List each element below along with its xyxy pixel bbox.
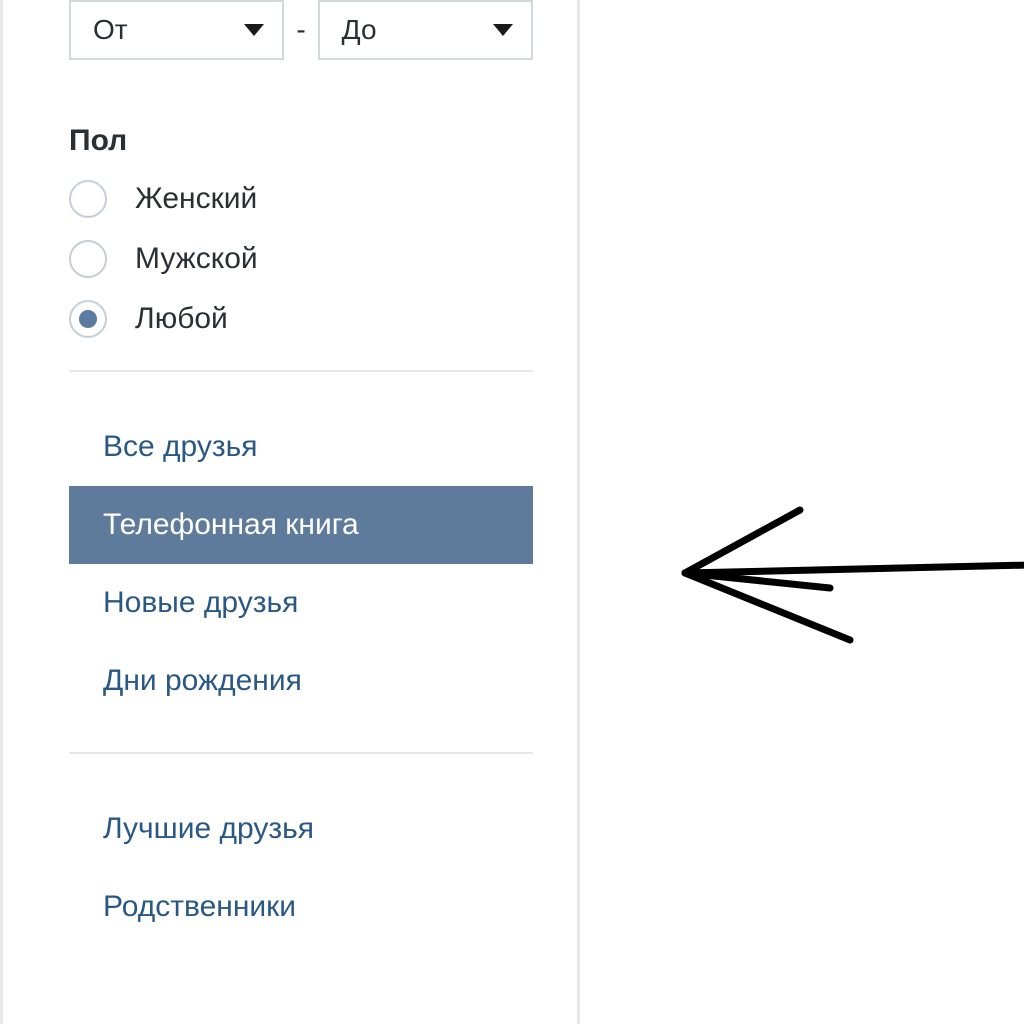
age-to-label: До <box>342 14 377 46</box>
gender-radio-any[interactable]: Любой <box>69 300 511 338</box>
nav-item-label: Лучшие друзья <box>103 812 314 845</box>
nav-item-label: Новые друзья <box>103 586 298 619</box>
divider <box>69 370 533 372</box>
nav-item-best-friends[interactable]: Лучшие друзья <box>3 790 577 868</box>
radio-icon <box>69 180 107 218</box>
age-from-label: От <box>93 14 128 46</box>
radio-icon-selected <box>69 300 107 338</box>
nav-item-label: Все друзья <box>103 430 258 463</box>
age-to-select[interactable]: До <box>318 0 533 60</box>
gender-radio-female[interactable]: Женский <box>69 180 511 218</box>
filter-panel: От - До Пол Женский Мужской Любой Все др… <box>0 0 580 1024</box>
gender-radio-label: Мужской <box>135 242 258 276</box>
gender-radio-label: Женский <box>135 182 257 216</box>
nav-item-phone-book[interactable]: Телефонная книга <box>69 486 533 564</box>
nav-item-relatives[interactable]: Родственники <box>3 868 577 946</box>
nav-item-all-friends[interactable]: Все друзья <box>3 408 577 486</box>
age-from-select[interactable]: От <box>69 0 284 60</box>
radio-icon <box>69 240 107 278</box>
gender-section-label: Пол <box>3 124 577 158</box>
nav-item-birthdays[interactable]: Дни рождения <box>3 642 577 720</box>
nav-item-new-friends[interactable]: Новые друзья <box>3 564 577 642</box>
caret-down-icon <box>493 24 513 36</box>
age-range-row: От - До <box>3 0 577 60</box>
nav-item-label: Телефонная книга <box>103 508 359 541</box>
caret-down-icon <box>244 24 264 36</box>
divider <box>69 752 533 754</box>
gender-radio-group: Женский Мужской Любой <box>3 180 577 338</box>
nav-secondary-list: Лучшие друзья Родственники <box>3 790 577 946</box>
nav-item-label: Родственники <box>103 890 296 923</box>
gender-radio-male[interactable]: Мужской <box>69 240 511 278</box>
nav-primary-list: Все друзья Телефонная книга Новые друзья… <box>3 408 577 720</box>
nav-item-label: Дни рождения <box>103 664 302 697</box>
range-separator: - <box>294 14 307 46</box>
arrow-annotation-icon <box>670 480 1024 670</box>
gender-radio-label: Любой <box>135 302 228 336</box>
